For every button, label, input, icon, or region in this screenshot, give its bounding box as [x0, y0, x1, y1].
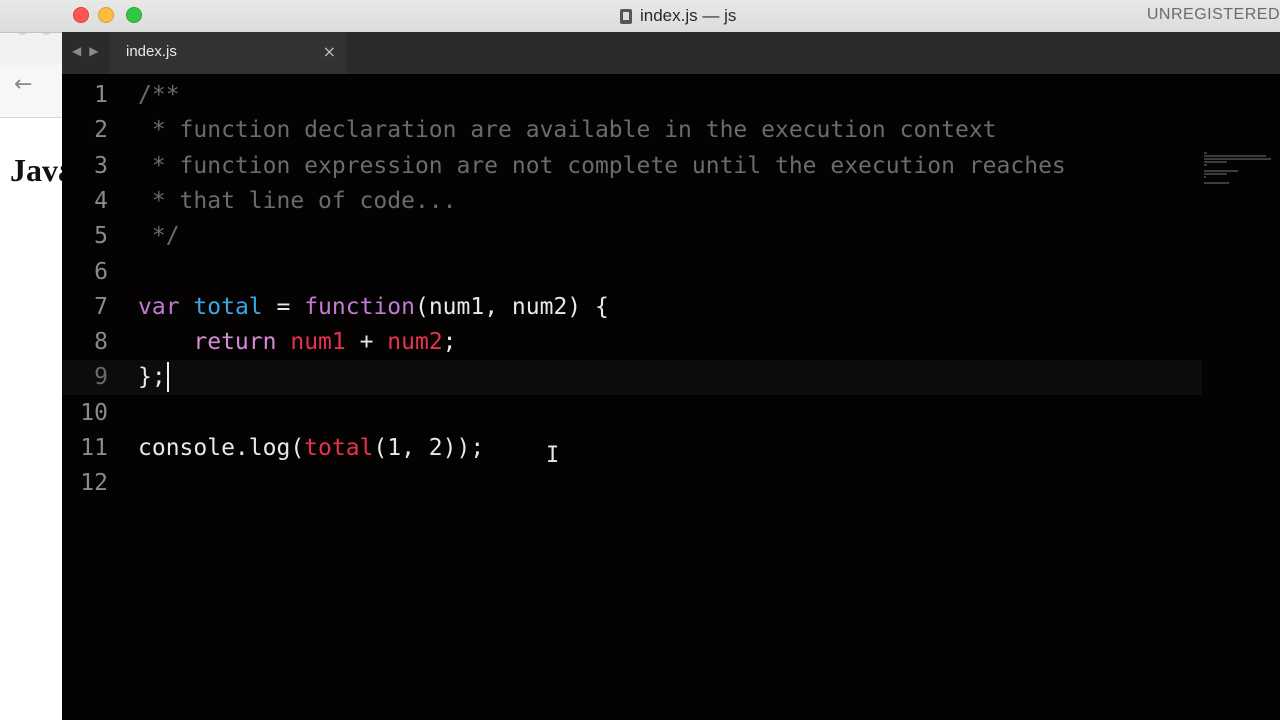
tab-bar: ◀ ▶ index.js ×: [62, 32, 1280, 74]
tab-prev-icon[interactable]: ◀: [72, 44, 81, 58]
tab-next-icon[interactable]: ▶: [89, 44, 98, 58]
code-token: /**: [138, 82, 180, 108]
document-icon: [620, 8, 632, 24]
code-token: (1, 2));: [373, 435, 485, 461]
code-line[interactable]: 7 var total = function(num1, num2) {: [62, 290, 1202, 325]
line-number: 5: [94, 223, 108, 250]
code-token: * function expression are not complete u…: [138, 152, 1066, 179]
code-text: /**: [138, 78, 180, 113]
code-line[interactable]: 9};: [62, 360, 1202, 396]
code-line[interactable]: 3 * function expression are not complete…: [62, 149, 1202, 184]
code-line[interactable]: 10: [62, 396, 1202, 431]
line-number: 8: [94, 329, 108, 356]
code-text: console.log(total(1, 2));: [138, 431, 484, 466]
code-text: return num1 + num2;: [138, 325, 457, 360]
code-token: * function declaration are available in …: [138, 117, 997, 144]
close-window-button[interactable]: [73, 7, 89, 23]
code-token: num2: [387, 329, 443, 356]
minimap-line: [1204, 158, 1271, 160]
minimap-line: [1204, 155, 1266, 157]
tab-close-icon[interactable]: ×: [323, 42, 336, 61]
code-token: ;: [442, 329, 457, 356]
code-line[interactable]: 4 * that line of code...: [62, 184, 1202, 219]
code-token: num1: [290, 329, 346, 356]
minimap-line: [1204, 182, 1229, 184]
minimap-line: [1204, 170, 1238, 172]
code-token: return: [193, 329, 277, 356]
code-line[interactable]: 2 * function declaration are available i…: [62, 113, 1202, 148]
text-cursor: [167, 362, 169, 392]
line-number: 4: [94, 187, 108, 214]
window-title: index.js — js: [640, 6, 737, 25]
code-line[interactable]: 1 /**: [62, 78, 1202, 113]
code-token: };: [138, 364, 166, 391]
code-line[interactable]: 5 */: [62, 219, 1202, 254]
code-text: */: [138, 219, 180, 254]
code-text: };: [138, 360, 166, 395]
background-page-heading: Java: [10, 152, 62, 188]
minimap-line: [1204, 173, 1227, 175]
code-token: total: [304, 435, 374, 461]
ibeam-pointer-icon: I: [546, 443, 560, 468]
code-token: =: [262, 293, 305, 320]
line-number: 2: [94, 117, 108, 144]
code-token: */: [138, 223, 180, 250]
code-token: function: [304, 293, 415, 320]
minimap-line: [1204, 152, 1207, 154]
code-text: var total = function(num1, num2) {: [138, 290, 609, 325]
background-browser-window: ← Java: [0, 0, 62, 720]
line-number: 3: [94, 152, 108, 179]
back-arrow-icon[interactable]: ←: [14, 72, 32, 97]
minimap-line: [1204, 161, 1227, 163]
line-number: 10: [80, 399, 108, 426]
line-number: 11: [80, 435, 108, 461]
minimap[interactable]: [1204, 152, 1278, 192]
line-number: 7: [94, 293, 108, 320]
line-number: 1: [94, 82, 108, 108]
license-notice: UNREGISTERED: [1146, 6, 1280, 23]
code-text: * that line of code...: [138, 184, 457, 219]
code-token: * that line of code...: [138, 187, 457, 214]
window-titlebar[interactable]: index.js — js UNREGISTERED: [0, 0, 1280, 33]
window-title-group: index.js — js: [620, 5, 736, 27]
maximize-window-button[interactable]: [126, 7, 142, 23]
code-line[interactable]: 12: [62, 466, 1202, 501]
code-token: var: [138, 293, 180, 320]
code-token: (num1, num2) {: [414, 293, 609, 320]
line-number: 6: [94, 258, 108, 285]
code-token: +: [345, 329, 388, 356]
tab-navigation: ◀ ▶: [72, 44, 98, 58]
code-editor[interactable]: 1 /** 2 * function declaration are availab…: [62, 74, 1280, 720]
code-line[interactable]: 11 console.log(total(1, 2));: [62, 431, 1202, 466]
code-token: console.log(: [138, 435, 305, 461]
code-text: * function expression are not complete u…: [138, 149, 1066, 184]
line-number: 12: [80, 470, 108, 497]
minimize-window-button[interactable]: [98, 7, 114, 23]
line-number: 9: [94, 364, 108, 391]
code-text: * function declaration are available in …: [138, 113, 997, 148]
minimap-line: [1204, 164, 1207, 166]
tab-label: index.js: [126, 43, 177, 60]
editor-window: index.js — js UNREGISTERED ◀ ▶ index.js …: [0, 0, 1280, 720]
minimap-line: [1204, 176, 1206, 178]
code-line[interactable]: 8 return num1 + num2;: [62, 325, 1202, 360]
code-token: total: [193, 293, 263, 320]
tab-index-js[interactable]: index.js ×: [110, 32, 346, 74]
code-line[interactable]: 6: [62, 255, 1202, 290]
